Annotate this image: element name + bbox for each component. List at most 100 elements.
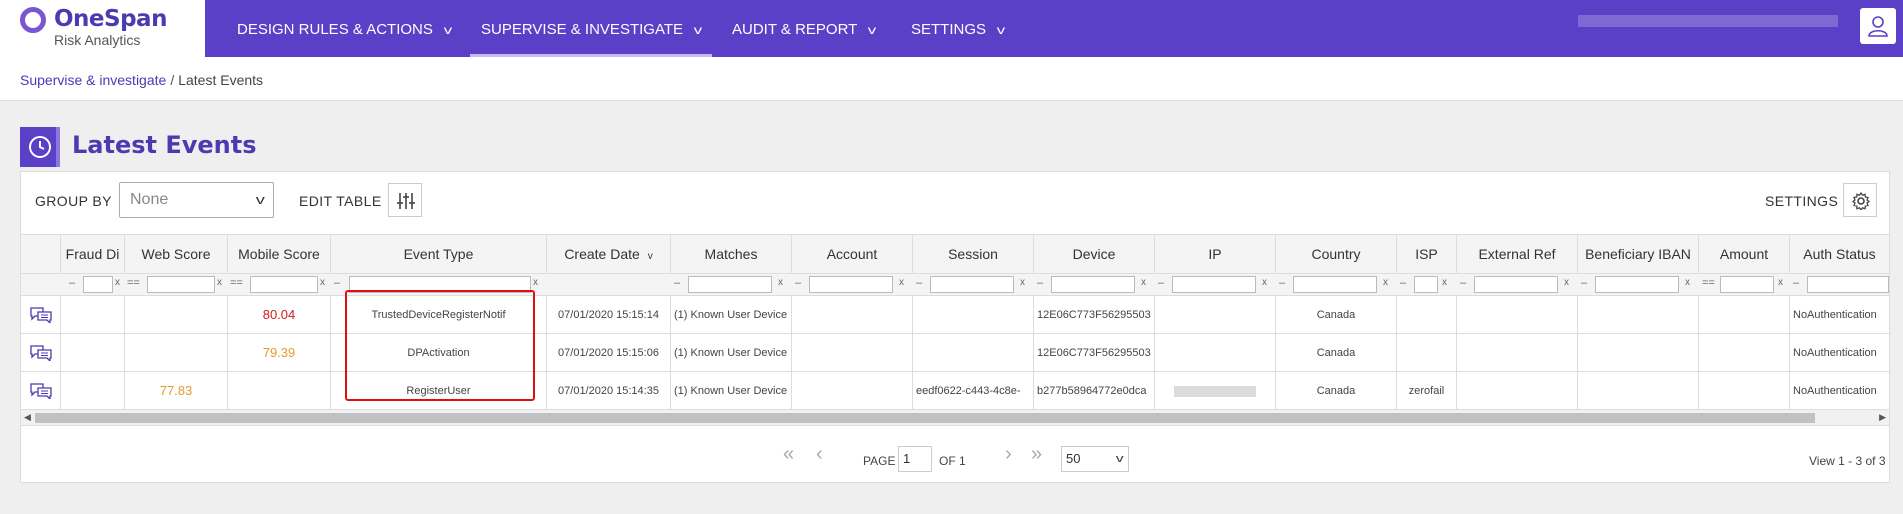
filter-op[interactable]: – xyxy=(69,277,75,289)
filter-op[interactable]: == xyxy=(230,277,243,289)
header-isp[interactable]: ISP xyxy=(1397,235,1457,273)
nav-audit-report[interactable]: AUDIT & REPORT v xyxy=(732,0,877,57)
filter-clear-icon[interactable]: x xyxy=(1141,277,1146,288)
cell-event-type: RegisterUser xyxy=(331,372,547,409)
filter-op[interactable]: – xyxy=(1460,277,1466,289)
filter-clear-icon[interactable]: x xyxy=(778,277,783,288)
cell-amount xyxy=(1699,296,1790,333)
header-country[interactable]: Country xyxy=(1276,235,1397,273)
filter-op[interactable]: – xyxy=(334,277,340,289)
header-mobile-score[interactable]: Mobile Score xyxy=(228,235,331,273)
user-menu-button[interactable] xyxy=(1860,8,1896,44)
scrollbar-thumb[interactable] xyxy=(35,413,1815,423)
ip-redacted xyxy=(1174,385,1256,397)
chevron-down-icon: v xyxy=(255,192,265,207)
header-device[interactable]: Device xyxy=(1034,235,1155,273)
filter-clear-icon[interactable]: x xyxy=(1262,277,1267,288)
filter-input-mobile-score[interactable] xyxy=(250,276,318,293)
filter-clear-icon[interactable]: x xyxy=(1442,277,1447,288)
last-page-icon[interactable]: » xyxy=(1031,444,1042,464)
cell-device: b277b58964772e0dca xyxy=(1034,372,1155,409)
filter-input-web-score[interactable] xyxy=(147,276,215,293)
filter-op[interactable]: – xyxy=(1037,277,1043,289)
first-page-icon[interactable]: « xyxy=(783,444,794,464)
nav-design-rules-actions[interactable]: DESIGN RULES & ACTIONS v xyxy=(237,0,452,57)
group-by-select[interactable]: None v xyxy=(119,182,274,218)
cell-mobile-score: 79.39 xyxy=(228,334,331,371)
cell-create-date: 07/01/2020 15:14:35 xyxy=(547,372,671,409)
filter-op[interactable]: – xyxy=(916,277,922,289)
cell-session xyxy=(913,296,1034,333)
filter-input-device[interactable] xyxy=(1051,276,1135,293)
filter-clear-icon[interactable]: x xyxy=(1383,277,1388,288)
filter-input-account[interactable] xyxy=(809,276,893,293)
filter-input-session[interactable] xyxy=(930,276,1014,293)
filter-input-event-type[interactable] xyxy=(349,276,531,293)
header-external-ref[interactable]: External Ref xyxy=(1457,235,1578,273)
header-event-type[interactable]: Event Type xyxy=(331,235,547,273)
filter-clear-icon[interactable]: x xyxy=(1020,277,1025,288)
header-beneficiary-iban[interactable]: Beneficiary IBAN xyxy=(1578,235,1699,273)
onespan-logo-icon xyxy=(20,7,46,33)
filter-clear-icon[interactable]: x xyxy=(115,277,120,288)
table-row[interactable]: 80.04 TrustedDeviceRegisterNotif 07/01/2… xyxy=(21,296,1889,334)
header-web-score[interactable]: Web Score xyxy=(125,235,228,273)
nav-supervise-investigate[interactable]: SUPERVISE & INVESTIGATE v xyxy=(469,0,713,57)
cell-matches: (1) Known User Device xyxy=(671,334,792,371)
filter-clear-icon[interactable]: x xyxy=(899,277,904,288)
filter-input-external-ref[interactable] xyxy=(1474,276,1558,293)
filter-input-amount[interactable] xyxy=(1720,276,1774,293)
filter-op[interactable]: – xyxy=(674,277,680,289)
table-row[interactable]: 79.39 DPActivation 07/01/2020 15:15:06 (… xyxy=(21,334,1889,372)
app-logo[interactable]: OneSpan Risk Analytics xyxy=(0,0,205,57)
filter-input-beneficiary-iban[interactable] xyxy=(1595,276,1679,293)
filter-clear-icon[interactable]: x xyxy=(320,277,325,288)
row-comments-button[interactable] xyxy=(21,334,61,371)
filter-op[interactable]: – xyxy=(1400,277,1406,289)
page-number-input[interactable]: 1 xyxy=(898,446,932,472)
header-amount[interactable]: Amount xyxy=(1699,235,1790,273)
table-settings-button[interactable] xyxy=(1843,183,1877,217)
filter-op[interactable]: – xyxy=(1793,277,1799,289)
next-page-icon[interactable]: › xyxy=(1005,444,1012,464)
events-panel: GROUP BY None v EDIT TABLE SETTINGS Frau… xyxy=(20,171,1890,483)
filter-op[interactable]: – xyxy=(795,277,801,289)
scroll-right-icon[interactable]: ▶ xyxy=(1879,412,1886,423)
filter-clear-icon[interactable]: x xyxy=(217,277,222,288)
filter-op[interactable]: – xyxy=(1279,277,1285,289)
row-comments-button[interactable] xyxy=(21,296,61,333)
header-session[interactable]: Session xyxy=(913,235,1034,273)
breadcrumb-link-supervise[interactable]: Supervise & investigate xyxy=(20,72,166,88)
nav-settings[interactable]: SETTINGS v xyxy=(911,0,1005,57)
header-auth-status[interactable]: Auth Status xyxy=(1790,235,1889,273)
header-matches[interactable]: Matches xyxy=(671,235,792,273)
filter-op[interactable]: == xyxy=(127,277,140,289)
filter-input-auth-status[interactable] xyxy=(1807,276,1889,293)
filter-clear-icon[interactable]: x xyxy=(533,277,538,288)
filter-clear-icon[interactable]: x xyxy=(1685,277,1690,288)
header-account[interactable]: Account xyxy=(792,235,913,273)
filter-clear-icon[interactable]: x xyxy=(1778,277,1783,288)
cell-isp xyxy=(1397,296,1457,333)
filter-op[interactable]: – xyxy=(1581,277,1587,289)
row-comments-button[interactable] xyxy=(21,372,61,409)
table-row[interactable]: 77.83 RegisterUser 07/01/2020 15:14:35 (… xyxy=(21,372,1889,410)
app-subtitle: Risk Analytics xyxy=(54,32,141,48)
filter-input-fraud-di[interactable] xyxy=(83,276,113,293)
horizontal-scrollbar[interactable]: ◀ ▶ xyxy=(21,410,1889,426)
edit-table-button[interactable] xyxy=(388,183,422,217)
scroll-left-icon[interactable]: ◀ xyxy=(24,412,31,423)
filter-input-isp[interactable] xyxy=(1414,276,1438,293)
filter-clear-icon[interactable]: x xyxy=(1564,277,1569,288)
filter-input-ip[interactable] xyxy=(1172,276,1256,293)
header-ip[interactable]: IP xyxy=(1155,235,1276,273)
header-fraud-di[interactable]: Fraud Di xyxy=(61,235,125,273)
filter-op[interactable]: – xyxy=(1158,277,1164,289)
cell-amount xyxy=(1699,372,1790,409)
page-size-select[interactable]: 50 v xyxy=(1061,446,1129,472)
header-create-date[interactable]: Create Date v xyxy=(547,235,671,273)
prev-page-icon[interactable]: ‹ xyxy=(816,444,823,464)
filter-input-matches[interactable] xyxy=(688,276,772,293)
filter-input-country[interactable] xyxy=(1293,276,1377,293)
filter-op[interactable]: == xyxy=(1702,277,1715,289)
